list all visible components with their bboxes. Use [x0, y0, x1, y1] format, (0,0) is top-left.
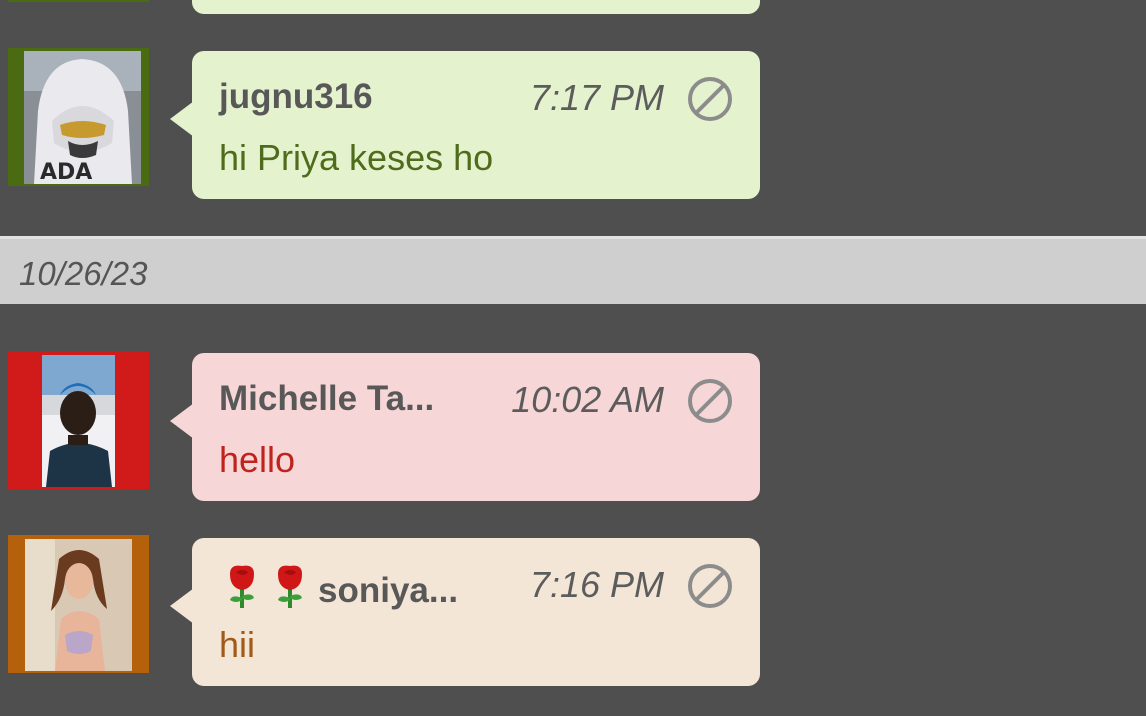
block-icon[interactable] [686, 75, 734, 123]
date-label: 10/26/23 [19, 255, 148, 292]
sender-name-text: soniya... [318, 571, 459, 610]
svg-text:ADA: ADA [40, 160, 92, 184]
sender-name[interactable]: soniya... [222, 564, 458, 611]
message-time: 7:17 PM [529, 77, 664, 118]
message-bubble[interactable]: Michelle Ta... 10:02 AM hello [170, 353, 760, 501]
avatar-image: ADA [24, 51, 141, 184]
avatar[interactable] [8, 0, 149, 2]
avatar-image [25, 539, 132, 671]
chat-screen: ADA jugnu316 7:17 PM hi Priya keses ho 1… [0, 0, 1146, 716]
message-bubble[interactable]: jugnu316 7:17 PM hi Priya keses ho [170, 51, 760, 199]
date-separator: 10/26/23 [0, 236, 1146, 304]
avatar[interactable] [8, 351, 149, 489]
bubble-tail [170, 101, 194, 137]
message-time: 7:16 PM [529, 564, 664, 605]
message-text: hii [219, 624, 256, 665]
message-text: hi Priya keses ho [219, 137, 494, 178]
avatar-image [42, 355, 115, 487]
bubble-tail [170, 588, 194, 624]
message-time: 10:02 AM [511, 379, 664, 420]
bubble-tail [170, 403, 194, 439]
avatar[interactable]: ADA [8, 48, 149, 186]
rose-icon [222, 564, 262, 608]
message-text: hello [219, 439, 296, 480]
avatar[interactable] [8, 535, 149, 673]
sender-name[interactable]: Michelle Ta... [219, 379, 434, 419]
sender-name[interactable]: jugnu316 [219, 77, 373, 117]
rose-icon [270, 564, 310, 608]
block-icon[interactable] [686, 562, 734, 610]
message-bubble[interactable] [192, 0, 760, 14]
block-icon[interactable] [686, 377, 734, 425]
message-bubble[interactable]: soniya... 7:16 PM hii [170, 538, 760, 686]
